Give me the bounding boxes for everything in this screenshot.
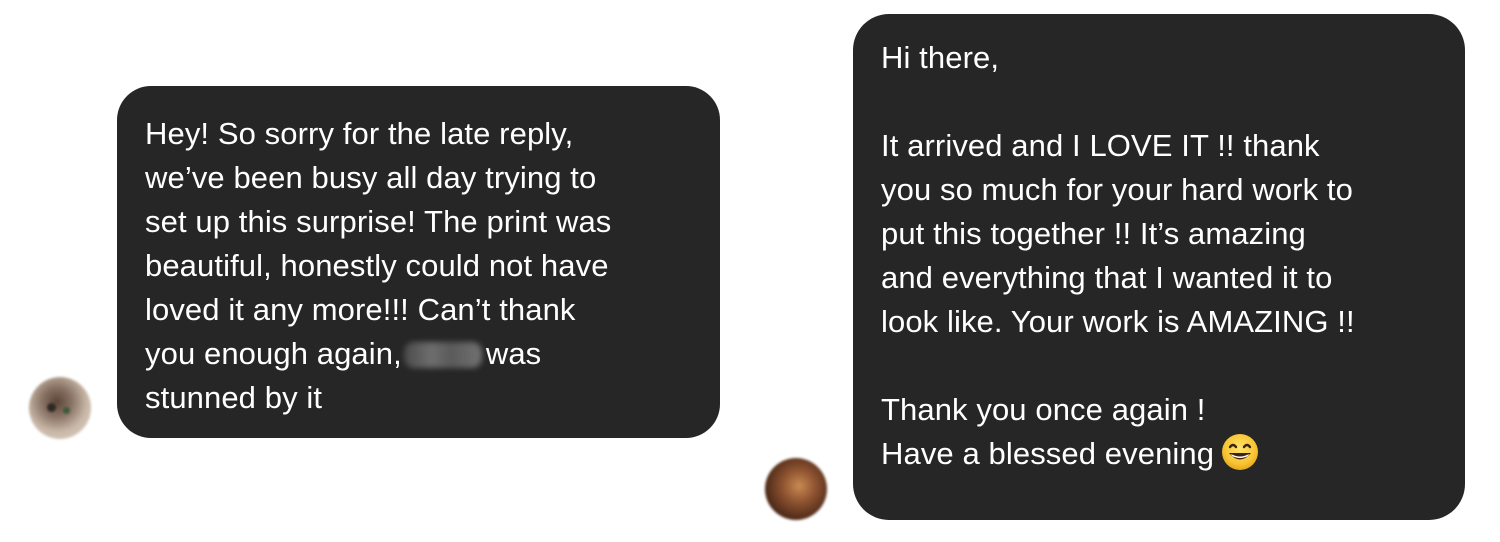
- message-line: It arrived and I LOVE IT !! thank: [881, 128, 1320, 163]
- avatar-detail: [63, 407, 70, 414]
- grinning-face-icon: [1220, 432, 1260, 472]
- message-line: beautiful, honestly could not have: [145, 248, 609, 283]
- message-line: we’ve been busy all day trying to: [145, 160, 597, 195]
- message-line: look like. Your work is AMAZING !!: [881, 304, 1355, 339]
- message-text: Have a blessed evening: [881, 436, 1215, 471]
- recipient-avatar[interactable]: [765, 458, 827, 520]
- chat-screenshot: Hey! So sorry for the late reply, we’ve …: [0, 0, 1500, 542]
- message-line: put this together !! It’s amazing: [881, 216, 1306, 251]
- message-text: you enough again,: [145, 336, 402, 371]
- avatar-detail: [47, 403, 56, 412]
- message-line: Hey! So sorry for the late reply,: [145, 116, 574, 151]
- sent-message-bubble[interactable]: Hi there, It arrived and I LOVE IT !! th…: [853, 14, 1465, 520]
- sender-avatar[interactable]: [29, 377, 91, 439]
- message-line: Have a blessed evening: [881, 432, 1445, 476]
- message-line: set up this surprise! The print was: [145, 204, 612, 239]
- message-line: you enough again, was: [145, 332, 700, 376]
- message-line: loved it any more!!! Can’t thank: [145, 292, 576, 327]
- message-text: was: [485, 336, 542, 371]
- received-message-bubble[interactable]: Hey! So sorry for the late reply, we’ve …: [117, 86, 720, 438]
- message-greeting: Hi there,: [881, 40, 1000, 75]
- message-line: stunned by it: [145, 380, 323, 415]
- redacted-name: [403, 342, 482, 368]
- message-line: you so much for your hard work to: [881, 172, 1353, 207]
- message-line: and everything that I wanted it to: [881, 260, 1333, 295]
- message-line: Thank you once again !: [881, 392, 1206, 427]
